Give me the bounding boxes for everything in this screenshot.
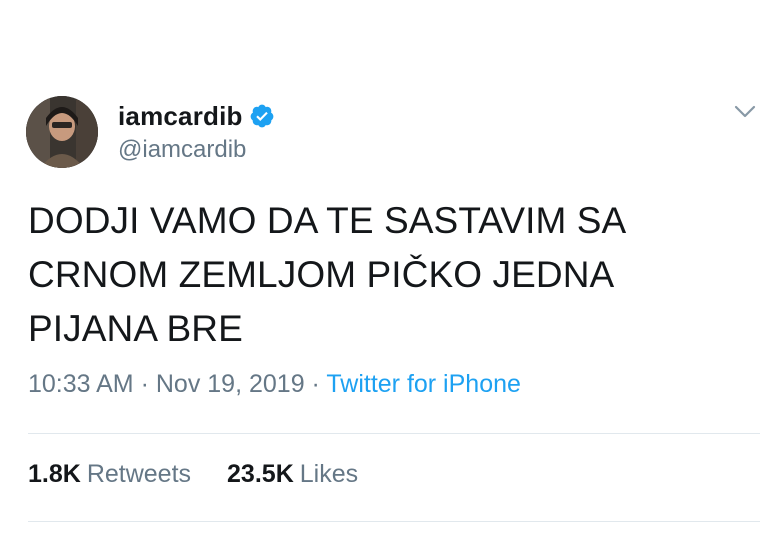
- retweets-label: Retweets: [86, 460, 192, 488]
- chevron-down-icon[interactable]: [734, 104, 756, 120]
- likes-label: Likes: [299, 460, 359, 488]
- tweet-card: iamcardib @iamcardib DODJI VAMO DA TE SA…: [0, 0, 760, 548]
- tweet-time[interactable]: 10:33 AM: [28, 370, 134, 398]
- avatar[interactable]: [26, 96, 98, 168]
- author-name-row[interactable]: iamcardib: [118, 100, 275, 132]
- retweets-stat[interactable]: 1.8K Retweets: [28, 460, 191, 489]
- tweet-meta: 10:33 AM · Nov 19, 2019 · Twitter for iP…: [28, 370, 521, 399]
- avatar-image: [26, 96, 98, 168]
- divider: [28, 521, 760, 522]
- tweet-text: DODJI VAMO DA TE SASTAVIM SA CRNOM ZEMLJ…: [28, 200, 627, 349]
- likes-stat[interactable]: 23.5K Likes: [227, 460, 358, 489]
- tweet-stats: 1.8K Retweets 23.5K Likes: [28, 460, 358, 489]
- meta-separator: ·: [140, 370, 149, 398]
- user-handle[interactable]: @iamcardib: [118, 136, 246, 164]
- likes-count: 23.5K: [227, 460, 294, 488]
- verified-badge-icon: [250, 104, 274, 128]
- tweet-source-link[interactable]: Twitter for iPhone: [326, 370, 521, 398]
- meta-separator: ·: [311, 370, 320, 398]
- tweet-date[interactable]: Nov 19, 2019: [156, 370, 305, 398]
- divider: [28, 433, 760, 434]
- retweets-count: 1.8K: [28, 460, 81, 488]
- display-name[interactable]: iamcardib: [118, 101, 243, 132]
